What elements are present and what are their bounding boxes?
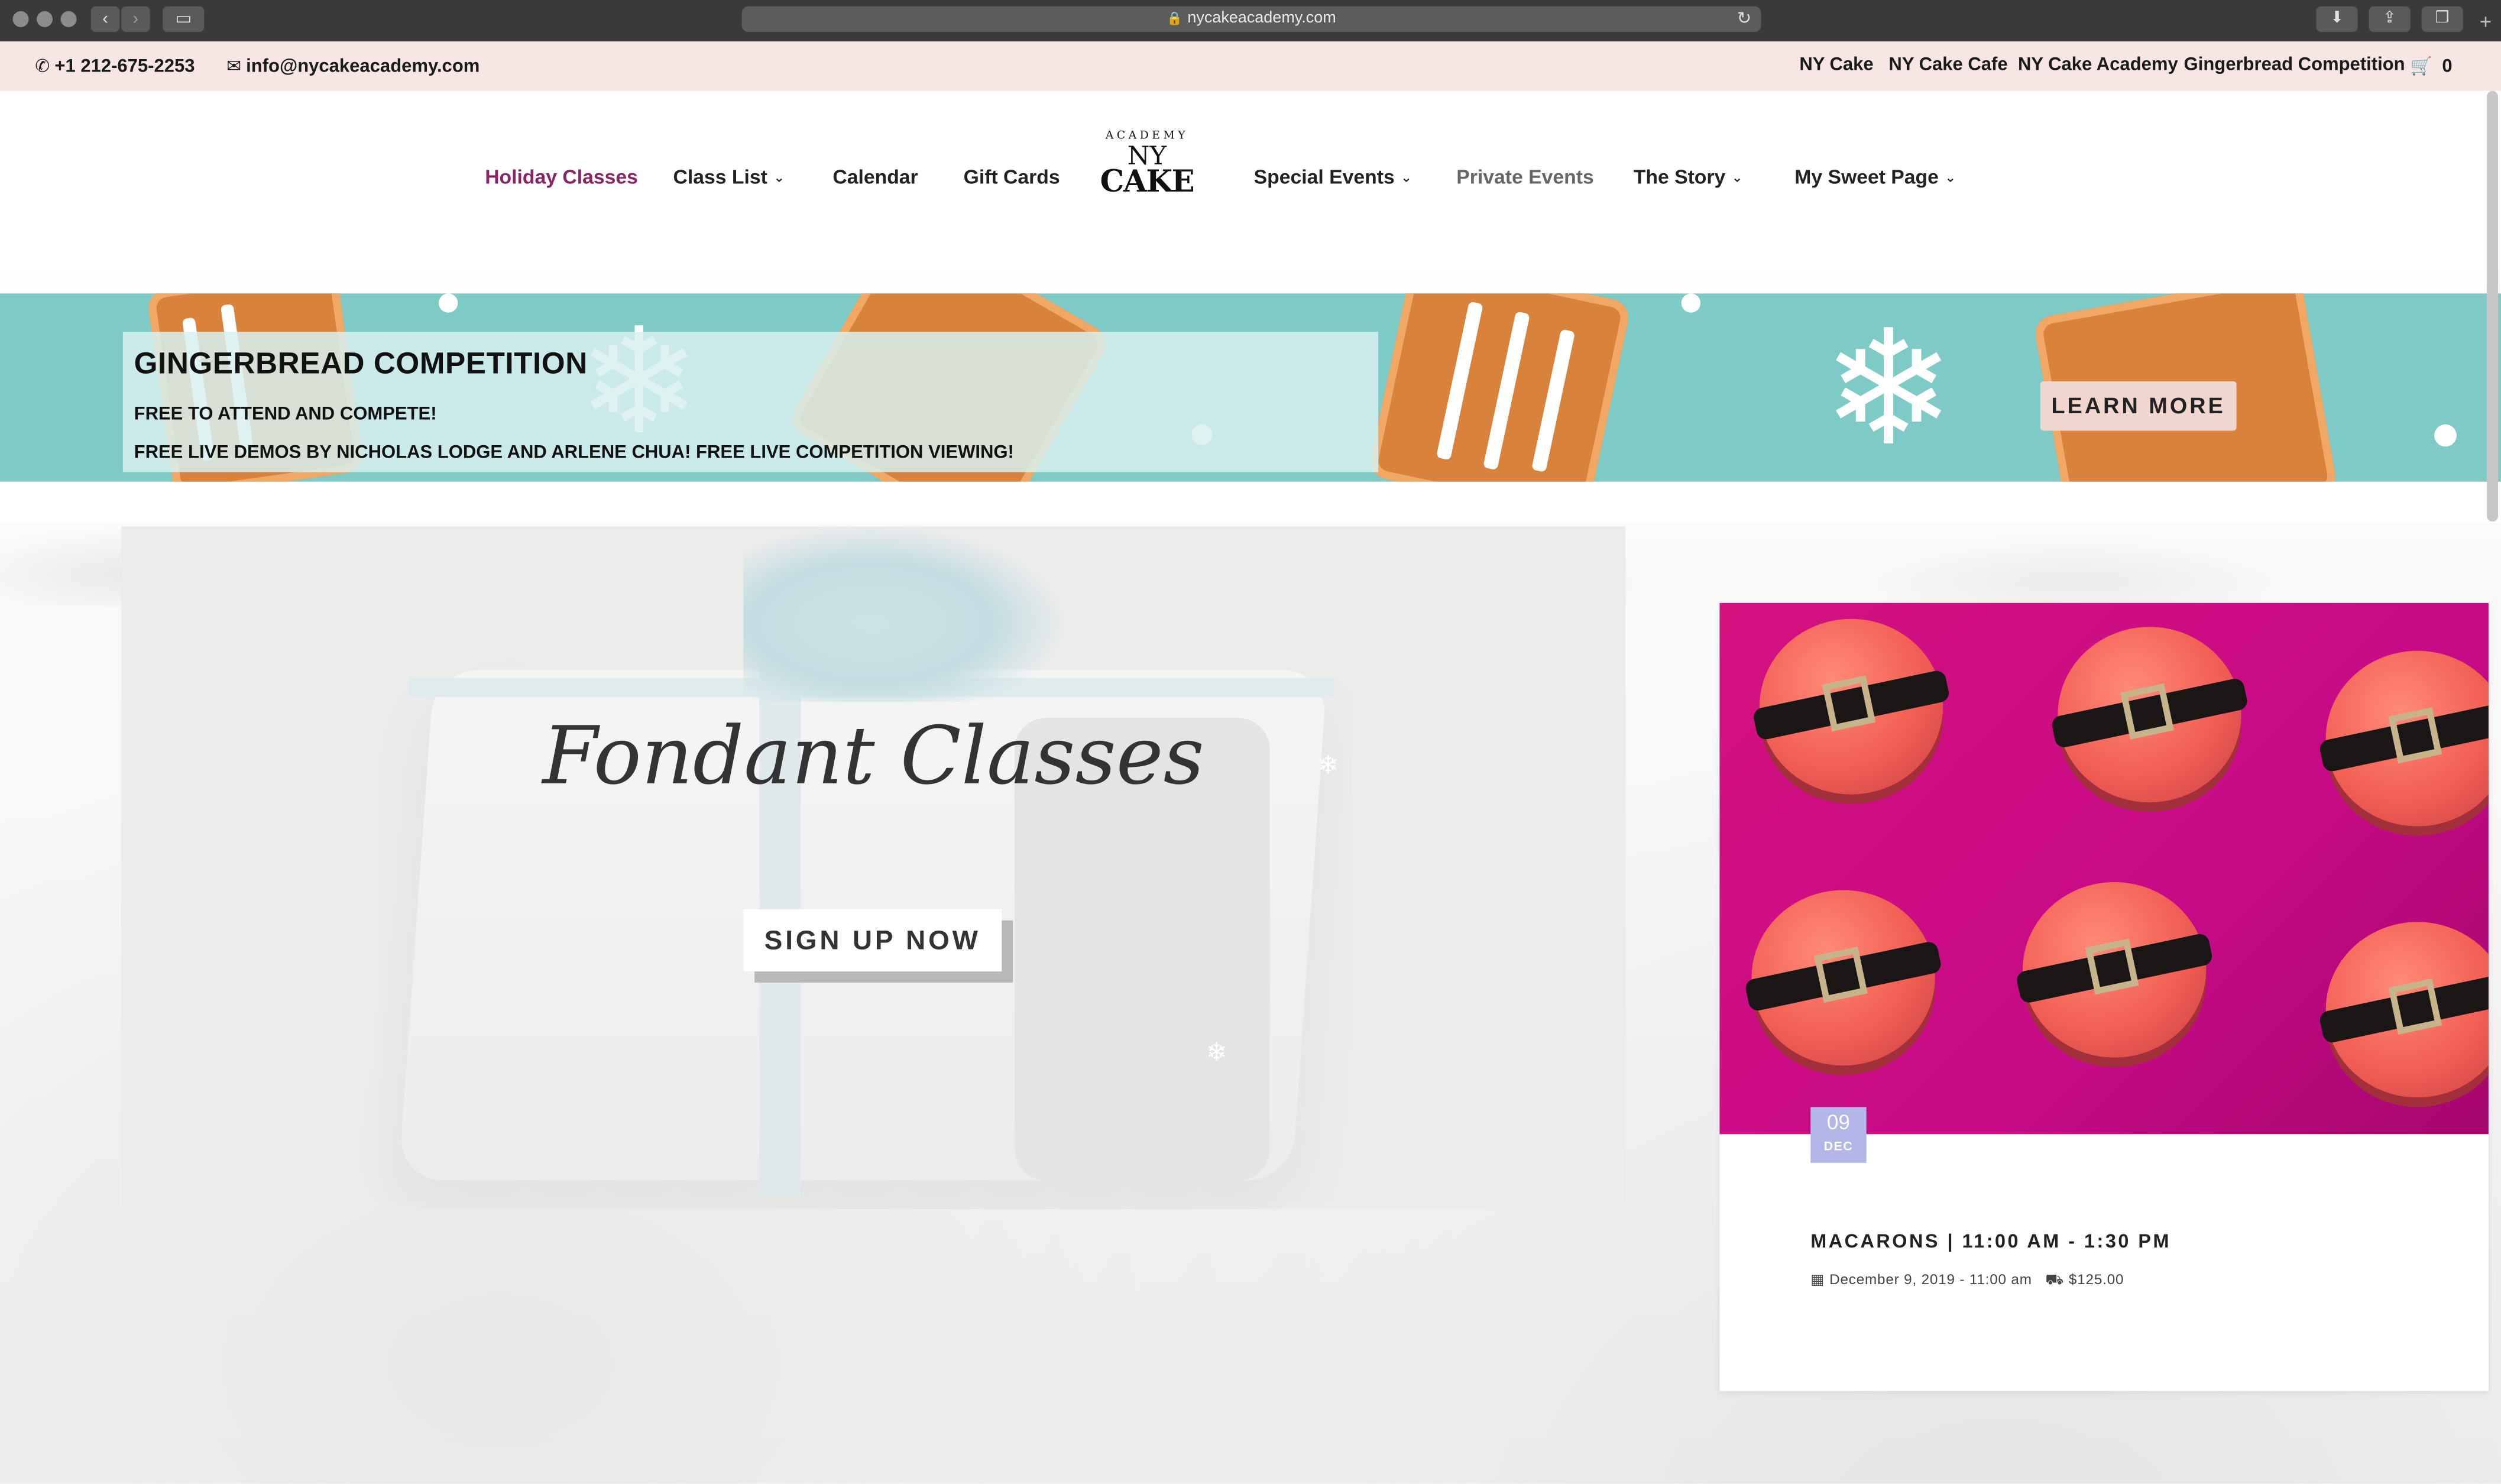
sign-up-now-button[interactable]: SIGN UP NOW [743, 909, 1002, 972]
site-header: Holiday Classes Class List ⌄ Calendar Gif… [0, 90, 2501, 270]
envelope-icon: ✉ [226, 57, 241, 77]
sidebar-toggle-icon[interactable]: ▭ [163, 6, 205, 32]
nav-class-list[interactable]: Class List ⌄ [673, 166, 785, 189]
address-bar[interactable]: 🔒 nycakeacademy.com ↻ [741, 6, 1761, 32]
chevron-down-icon: ⌄ [1945, 170, 1956, 185]
price-basket-icon: ⛟ [2045, 1271, 2064, 1288]
page-scrollbar[interactable] [2487, 90, 2499, 522]
macaron [1752, 618, 1951, 795]
logo-cake: CAKE [1100, 164, 1194, 200]
snowflake-icon: ❄ [1206, 1040, 1227, 1067]
top-info-bar: ✆ +1 212-675-2253 ✉ info@nycakeacademy.com… [0, 41, 2501, 91]
macaron [2318, 650, 2489, 827]
phone-text: +1 212-675-2253 [54, 57, 195, 77]
nav-my-sweet-page[interactable]: My Sweet Page ⌄ [1794, 166, 1956, 189]
calendar-icon: ▦ [1810, 1271, 1825, 1288]
reload-icon[interactable]: ↻ [1737, 7, 1752, 32]
snowflake-icon: ❄ [1822, 300, 1956, 479]
banner-line-1: FREE TO ATTEND AND COMPETE! [134, 405, 437, 425]
nav-special-events[interactable]: Special Events ⌄ [1254, 166, 1412, 189]
nav-special-events-label: Special Events [1253, 166, 1395, 189]
url-text: nycakeacademy.com [1187, 9, 1336, 27]
tabs-icon[interactable]: ❐ [2421, 6, 2463, 32]
chevron-down-icon: ⌄ [1732, 170, 1743, 185]
hero-title: Fondant Classes [542, 709, 1204, 803]
macaron [2318, 922, 2489, 1098]
nav-the-story-label: The Story [1633, 166, 1726, 189]
snow-dot [2434, 424, 2457, 447]
event-date-badge: 09 DEC [1810, 1107, 1867, 1163]
event-month: DEC [1823, 1139, 1854, 1153]
snow-dot [1681, 293, 1701, 313]
event-price: $125.00 [2068, 1271, 2124, 1288]
banner-text-panel: GINGERBREAD COMPETITION FREE TO ATTEND A… [122, 332, 1379, 472]
banner-title: GINGERBREAD COMPETITION [134, 348, 588, 381]
macaron [1744, 890, 1943, 1066]
event-meta: ▦ December 9, 2019 - 11:00 am ⛟ $125.00 [1810, 1271, 2124, 1290]
share-icon[interactable]: ⇪ [2369, 6, 2411, 32]
zoom-window-icon[interactable] [60, 11, 77, 27]
gingerbread-cookie-image [1367, 293, 1632, 482]
toplink-ny-cake[interactable]: NY Cake [1799, 56, 1873, 74]
snow-dot [438, 293, 458, 313]
email-link[interactable]: ✉ info@nycakeacademy.com [226, 56, 480, 76]
event-title[interactable]: MACARONS | 11:00 AM - 1:30 PM [1810, 1230, 2171, 1252]
chevron-down-icon: ⌄ [773, 170, 785, 185]
macaron [2015, 882, 2214, 1058]
cart-link[interactable]: 🛒 0 [2411, 56, 2453, 76]
event-day: 09 [1826, 1110, 1850, 1135]
chevron-down-icon: ⌄ [1401, 170, 1412, 185]
new-tab-icon[interactable]: + [2480, 9, 2492, 33]
macarons-image[interactable] [1719, 602, 2489, 1135]
nav-holiday-classes[interactable]: Holiday Classes [485, 166, 638, 189]
email-text: info@nycakeacademy.com [246, 57, 480, 77]
forward-icon[interactable]: › [121, 6, 150, 32]
nav-private-events[interactable]: Private Events [1456, 166, 1593, 189]
hero-fondant-classes[interactable]: ❄ ❄ Fondant Classes SIGN UP NOW [121, 526, 1626, 1210]
nav-class-list-label: Class List [673, 166, 767, 189]
lock-icon: 🔒 [1167, 11, 1183, 26]
close-window-icon[interactable] [12, 11, 29, 27]
phone-link[interactable]: ✆ +1 212-675-2253 [35, 56, 195, 76]
minimize-window-icon[interactable] [37, 11, 53, 27]
nav-my-sweet-page-label: My Sweet Page [1794, 166, 1939, 189]
banner-line-2: FREE LIVE DEMOS BY NICHOLAS LODGE AND AR… [134, 443, 1014, 463]
cart-count: 0 [2442, 57, 2453, 77]
toplink-gingerbread-competition[interactable]: Gingerbread Competition [2184, 56, 2405, 74]
gingerbread-banner: ❄ ❄ GINGERBREAD COMPETITION FREE TO ATTE… [0, 293, 2501, 482]
back-icon[interactable]: ‹ [90, 6, 120, 32]
site-logo[interactable]: ACADEMY NY CAKE [1094, 129, 1200, 235]
nav-gift-cards[interactable]: Gift Cards [964, 166, 1060, 189]
hero-overlay [121, 526, 1626, 1210]
browser-toolbar: ‹ › ▭ 🔒 nycakeacademy.com ↻ ⬇ ⇪ ❐ + [0, 0, 2501, 42]
macaron [2050, 627, 2249, 803]
download-icon[interactable]: ⬇ [2316, 6, 2358, 32]
toplink-ny-cake-academy[interactable]: NY Cake Academy [2018, 56, 2178, 74]
phone-icon: ✆ [35, 57, 50, 77]
event-datetime: December 9, 2019 - 11:00 am [1829, 1271, 2032, 1288]
learn-more-button[interactable]: LEARN MORE [2040, 381, 2237, 431]
event-card[interactable]: 09 DEC MACARONS | 11:00 AM - 1:30 PM ▦ De… [1719, 602, 2489, 1391]
cart-icon: 🛒 [2410, 57, 2432, 77]
nav-calendar[interactable]: Calendar [832, 166, 918, 189]
nav-the-story[interactable]: The Story ⌄ [1634, 166, 1742, 189]
toplink-ny-cake-cafe[interactable]: NY Cake Cafe [1888, 56, 2007, 74]
